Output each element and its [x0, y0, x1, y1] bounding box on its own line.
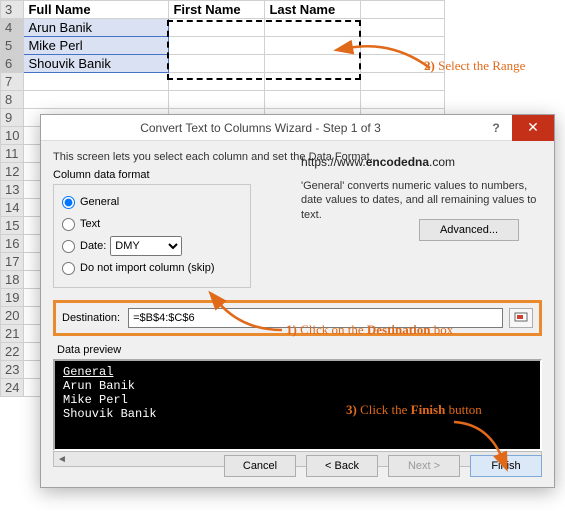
collapse-dialog-icon: [514, 312, 528, 324]
row-header[interactable]: 6: [1, 55, 24, 73]
col-header-c[interactable]: Last Name: [265, 1, 361, 19]
destination-label: Destination:: [62, 312, 120, 324]
range-picker-button[interactable]: [509, 308, 533, 328]
next-button: Next >: [388, 455, 460, 477]
finish-button[interactable]: Finish: [470, 455, 542, 477]
destination-input[interactable]: [128, 308, 503, 328]
cell-a5[interactable]: Mike Perl: [24, 37, 169, 55]
dialog: Convert Text to Columns Wizard - Step 1 …: [40, 114, 555, 488]
close-button[interactable]: ✕: [512, 115, 554, 141]
radio-date[interactable]: [62, 240, 75, 253]
dialog-title: Convert Text to Columns Wizard - Step 1 …: [41, 121, 480, 135]
format-group: General Text Date: DMY Do not import col…: [53, 184, 251, 288]
help-button[interactable]: ?: [480, 121, 512, 135]
general-description: 'General' converts numeric values to num…: [301, 179, 541, 222]
radio-text[interactable]: [62, 218, 75, 231]
cell-a6[interactable]: Shouvik Banik: [24, 55, 169, 73]
cell-a4[interactable]: Arun Banik: [24, 19, 169, 37]
cancel-button[interactable]: Cancel: [224, 455, 296, 477]
date-format-select[interactable]: DMY: [110, 236, 182, 256]
row-header[interactable]: 4: [1, 19, 24, 37]
preview-label: Data preview: [57, 344, 542, 356]
radio-skip[interactable]: [62, 262, 75, 275]
row-header[interactable]: 5: [1, 37, 24, 55]
watermark-url: https://www.encodedna.com: [301, 155, 541, 169]
data-preview: General Arun Banik Mike Perl Shouvik Ban…: [53, 359, 542, 451]
col-header-b[interactable]: First Name: [169, 1, 265, 19]
row-header[interactable]: 3: [1, 1, 24, 19]
destination-row: Destination:: [53, 300, 542, 336]
cell[interactable]: [361, 1, 445, 19]
back-button[interactable]: < Back: [306, 455, 378, 477]
col-header-a[interactable]: Full Name: [24, 1, 169, 19]
radio-general[interactable]: [62, 196, 75, 209]
advanced-button[interactable]: Advanced...: [419, 219, 519, 241]
